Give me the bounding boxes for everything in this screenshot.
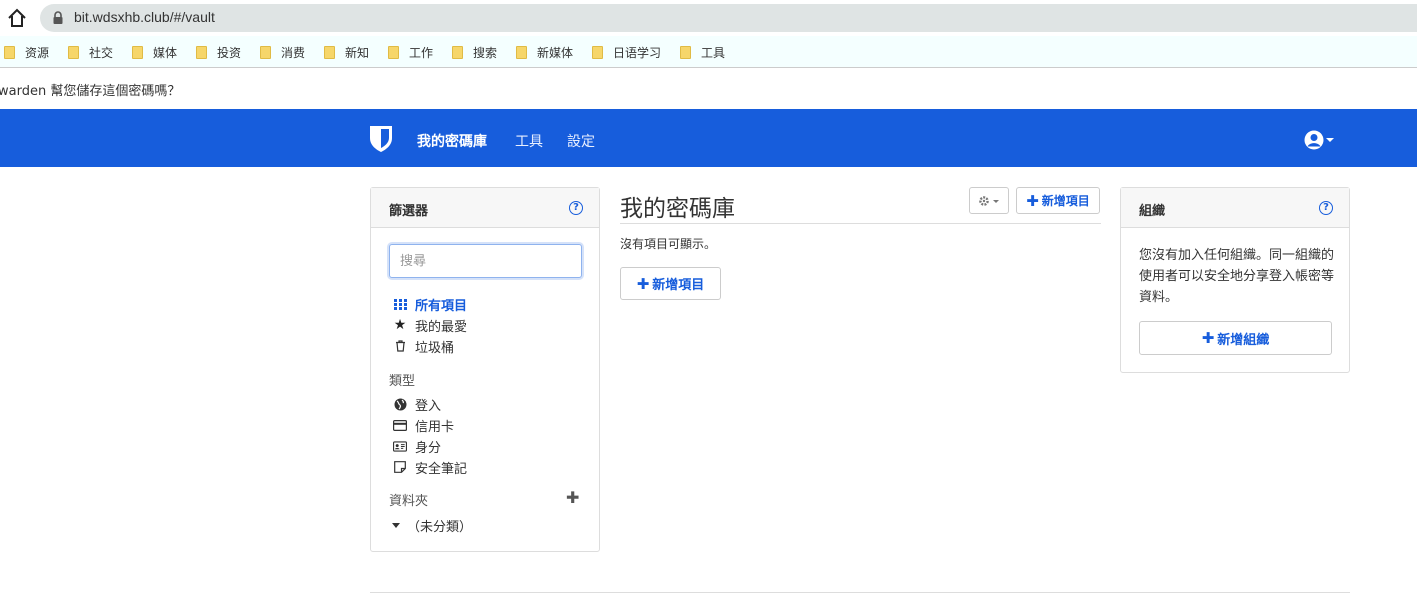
folder-icon xyxy=(516,45,527,59)
filter-type-card[interactable]: 信用卡 xyxy=(393,416,455,435)
gear-icon xyxy=(979,195,999,206)
filter-type-login[interactable]: 登入 xyxy=(393,395,442,414)
address-bar: bit.wdsxhb.club/#/vault xyxy=(0,0,1417,36)
bookmark-item[interactable]: 工作 xyxy=(388,43,433,61)
organizations-description: 您沒有加入任何組織。同一組織的使用者可以安全地分享登入帳密等資料。 xyxy=(1139,248,1335,305)
bookmark-item[interactable]: 投资 xyxy=(196,43,241,61)
home-icon[interactable] xyxy=(6,8,28,28)
add-item-header-button[interactable]: ✚ 新增項目 xyxy=(1016,187,1100,214)
options-gear-button[interactable] xyxy=(969,187,1009,214)
credit-card-icon xyxy=(393,418,407,432)
user-avatar-dropdown-icon[interactable] xyxy=(1304,129,1340,151)
prompt-text: warden 幫您儲存這個密碼嗎？ xyxy=(0,84,181,99)
bookmark-item[interactable]: 搜索 xyxy=(452,43,497,61)
bookmark-item[interactable]: 新媒体 xyxy=(516,43,573,61)
types-label: 類型 xyxy=(389,374,416,389)
star-icon: ★ xyxy=(393,317,407,333)
folder-icon xyxy=(4,45,15,59)
bookmarks-bar: 资源 社交 媒体 投资 消费 新知 工作 搜索 新媒体 日语学习 工具 xyxy=(0,36,1417,68)
nav-tools[interactable]: 工具 xyxy=(515,131,543,151)
footer-divider xyxy=(370,592,1350,593)
plus-icon: ✚ xyxy=(1201,329,1215,347)
filter-no-folder[interactable]: （未分類） xyxy=(391,516,473,535)
empty-message: 沒有項目可顯示。 xyxy=(620,237,717,251)
folder-icon xyxy=(592,45,603,59)
filters-header: 篩選器 ? xyxy=(371,188,599,228)
bookmark-item[interactable]: 资源 xyxy=(4,43,49,61)
filter-type-identity[interactable]: 身分 xyxy=(393,437,442,456)
sticky-note-icon xyxy=(393,460,407,474)
folder-icon xyxy=(68,45,79,59)
filters-panel: 篩選器 ? 所有項目 ★ 我的最愛 垃圾桶 類型 登入 信用卡 身分 xyxy=(370,187,600,552)
nav-my-vault[interactable]: 我的密碼庫 xyxy=(417,131,487,151)
filter-label: 我的最愛 xyxy=(415,319,468,335)
filter-label: 登入 xyxy=(415,398,442,414)
caret-down-icon xyxy=(391,518,401,532)
folder-icon xyxy=(132,45,143,59)
filter-label: 安全筆記 xyxy=(415,461,468,477)
filter-type-note[interactable]: 安全筆記 xyxy=(393,458,468,477)
page-title: 我的密碼庫 xyxy=(620,196,735,222)
organizations-title: 組織 xyxy=(1139,204,1166,219)
bookmark-item[interactable]: 社交 xyxy=(68,43,113,61)
folder-icon xyxy=(388,45,399,59)
trash-icon xyxy=(393,339,407,353)
filter-label: 信用卡 xyxy=(415,419,455,435)
save-password-prompt: warden 幫您儲存這個密碼嗎？ xyxy=(0,69,1417,109)
add-item-button[interactable]: ✚ 新增項目 xyxy=(620,267,721,300)
filter-favorites[interactable]: ★ 我的最愛 xyxy=(393,316,468,335)
help-icon[interactable]: ? xyxy=(1319,201,1333,215)
lock-icon xyxy=(53,11,63,24)
divider xyxy=(620,223,1101,224)
plus-icon: ✚ xyxy=(1026,191,1039,210)
bookmark-item[interactable]: 媒体 xyxy=(132,43,177,61)
filter-label: （未分類） xyxy=(407,519,473,535)
globe-icon xyxy=(393,397,407,411)
filter-all-items[interactable]: 所有項目 xyxy=(393,295,468,314)
bookmark-item[interactable]: 新知 xyxy=(324,43,369,61)
button-label: 新增組織 xyxy=(1217,332,1270,348)
help-icon[interactable]: ? xyxy=(569,201,583,215)
folder-icon xyxy=(324,45,335,59)
omnibox[interactable]: bit.wdsxhb.club/#/vault xyxy=(40,4,1417,32)
top-navbar: 我的密碼庫 工具 設定 xyxy=(0,109,1417,167)
filter-label: 所有項目 xyxy=(415,298,468,314)
bookmark-item[interactable]: 消费 xyxy=(260,43,305,61)
bitwarden-shield-icon[interactable] xyxy=(369,125,393,153)
button-label: 新增項目 xyxy=(652,278,705,293)
bookmark-item[interactable]: 日语学习 xyxy=(592,43,661,61)
folder-icon xyxy=(260,45,271,59)
new-organization-button[interactable]: ✚ 新增組織 xyxy=(1139,321,1332,355)
folder-icon xyxy=(452,45,463,59)
nav-settings[interactable]: 設定 xyxy=(567,131,595,151)
grid-icon xyxy=(393,297,407,311)
filter-label: 垃圾桶 xyxy=(415,340,455,356)
plus-icon: ✚ xyxy=(636,274,650,293)
bookmark-item[interactable]: 工具 xyxy=(680,43,725,61)
id-card-icon xyxy=(393,439,407,453)
button-label: 新增項目 xyxy=(1041,194,1090,208)
folders-label: 資料夾 xyxy=(389,494,429,509)
filters-title: 篩選器 xyxy=(389,204,429,219)
url-text[interactable]: bit.wdsxhb.club/#/vault xyxy=(74,9,215,25)
filter-label: 身分 xyxy=(415,440,442,456)
organizations-panel: 組織 ? 您沒有加入任何組織。同一組織的使用者可以安全地分享登入帳密等資料。 ✚… xyxy=(1120,187,1350,373)
folder-icon xyxy=(196,45,207,59)
filter-trash[interactable]: 垃圾桶 xyxy=(393,337,455,356)
folder-icon xyxy=(680,45,691,59)
search-input[interactable] xyxy=(389,244,582,278)
add-folder-plus-icon[interactable]: ✚ xyxy=(566,488,579,507)
organizations-header: 組織 ? xyxy=(1121,188,1349,228)
